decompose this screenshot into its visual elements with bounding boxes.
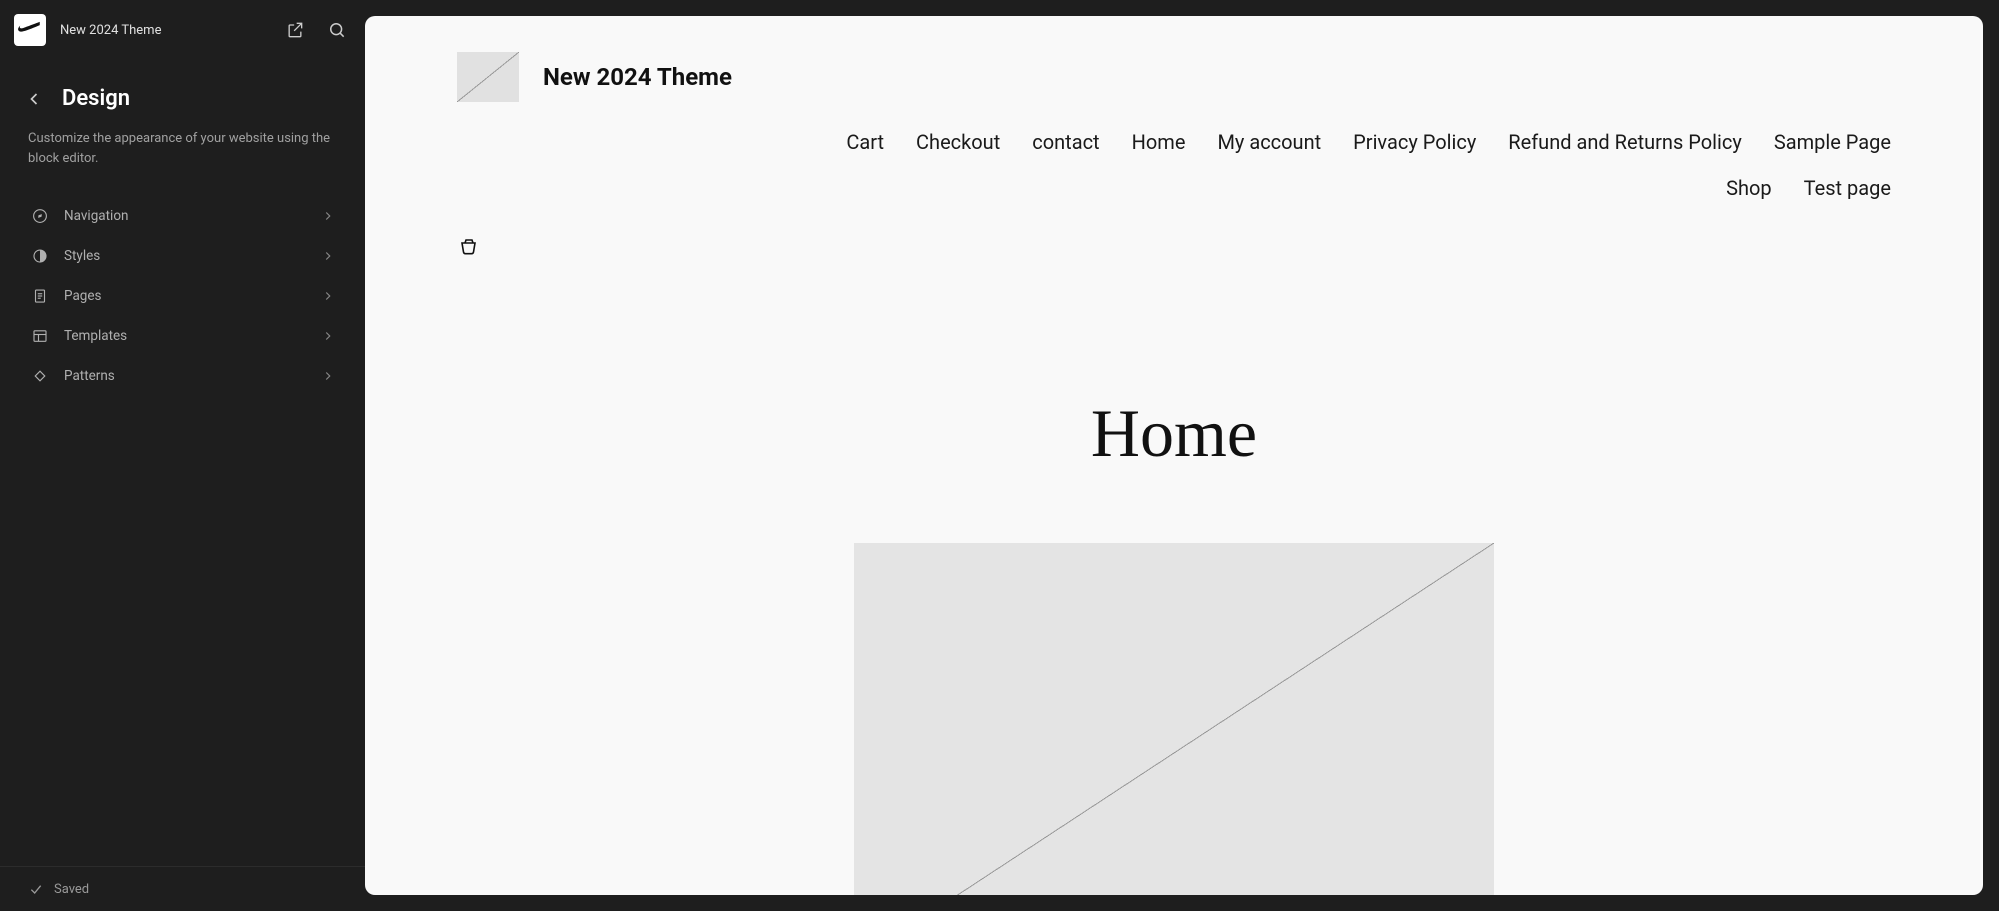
menu-item-navigation[interactable]: Navigation: [28, 196, 337, 236]
chevron-right-icon: [321, 289, 335, 303]
search-button[interactable]: [323, 16, 351, 44]
menu-item-templates[interactable]: Templates: [28, 316, 337, 356]
menu-item-patterns[interactable]: Patterns: [28, 356, 337, 396]
nav-link[interactable]: Shop: [1726, 176, 1772, 200]
menu-item-label: Styles: [64, 248, 307, 264]
site-logo[interactable]: [14, 14, 46, 46]
chevron-right-icon: [321, 249, 335, 263]
nav-link[interactable]: Checkout: [916, 130, 1000, 154]
site-preview[interactable]: New 2024 Theme Cart Checkout contact Hom…: [365, 16, 1983, 895]
preview-logo-placeholder[interactable]: [457, 52, 519, 102]
design-panel: Design Customize the appearance of your …: [0, 56, 365, 396]
nav-link[interactable]: Privacy Policy: [1353, 130, 1476, 154]
nav-link[interactable]: contact: [1032, 130, 1099, 154]
app-root: New 2024 Theme Design Customize the appe…: [0, 0, 1999, 911]
menu-item-label: Pages: [64, 288, 307, 304]
nav-link[interactable]: Refund and Returns Policy: [1508, 130, 1742, 154]
half-circle-icon: [30, 246, 50, 266]
nav-link[interactable]: My account: [1217, 130, 1321, 154]
design-heading-row: Design: [28, 86, 337, 111]
design-title: Design: [62, 86, 130, 111]
nav-link[interactable]: Home: [1132, 130, 1186, 154]
chevron-right-icon: [321, 329, 335, 343]
preview-nav: Cart Checkout contact Home My account Pr…: [457, 130, 1891, 200]
compass-icon: [30, 206, 50, 226]
chevron-right-icon: [321, 369, 335, 383]
search-icon: [327, 20, 347, 40]
swoosh-icon: [17, 17, 43, 43]
preview-nav-row-1: Cart Checkout contact Home My account Pr…: [790, 130, 1891, 154]
save-status: Saved: [54, 882, 89, 897]
sidebar: New 2024 Theme Design Customize the appe…: [0, 0, 365, 911]
preview-nav-row-2: Shop Test page: [1726, 176, 1891, 200]
cart-row: [457, 236, 1891, 264]
chevron-right-icon: [321, 209, 335, 223]
preview-wrapper: New 2024 Theme Cart Checkout contact Hom…: [365, 0, 1999, 911]
hero-image-placeholder[interactable]: [854, 543, 1494, 895]
chevron-left-icon: [24, 89, 44, 109]
nav-link[interactable]: Cart: [846, 130, 884, 154]
back-button[interactable]: [24, 89, 44, 109]
page-icon: [30, 286, 50, 306]
layout-icon: [30, 326, 50, 346]
open-site-button[interactable]: [281, 16, 309, 44]
design-menu: Navigation Styles Pages: [28, 196, 337, 396]
nav-link[interactable]: Test page: [1804, 176, 1891, 200]
hero-title: Home: [457, 394, 1891, 473]
preview-site-name[interactable]: New 2024 Theme: [543, 63, 732, 91]
sidebar-header: New 2024 Theme: [0, 0, 365, 56]
cart-icon[interactable]: [457, 236, 481, 260]
preview-content: New 2024 Theme Cart Checkout contact Hom…: [365, 16, 1983, 895]
preview-header: New 2024 Theme: [457, 52, 1891, 102]
sidebar-footer: Saved: [0, 866, 365, 911]
external-link-icon: [285, 20, 305, 40]
menu-item-styles[interactable]: Styles: [28, 236, 337, 276]
menu-item-label: Navigation: [64, 208, 307, 224]
menu-item-label: Patterns: [64, 368, 307, 384]
menu-item-pages[interactable]: Pages: [28, 276, 337, 316]
menu-item-label: Templates: [64, 328, 307, 344]
design-description: Customize the appearance of your website…: [28, 129, 337, 168]
check-icon: [28, 881, 44, 897]
diamond-icon: [30, 366, 50, 386]
site-title: New 2024 Theme: [60, 23, 267, 38]
nav-link[interactable]: Sample Page: [1774, 130, 1891, 154]
